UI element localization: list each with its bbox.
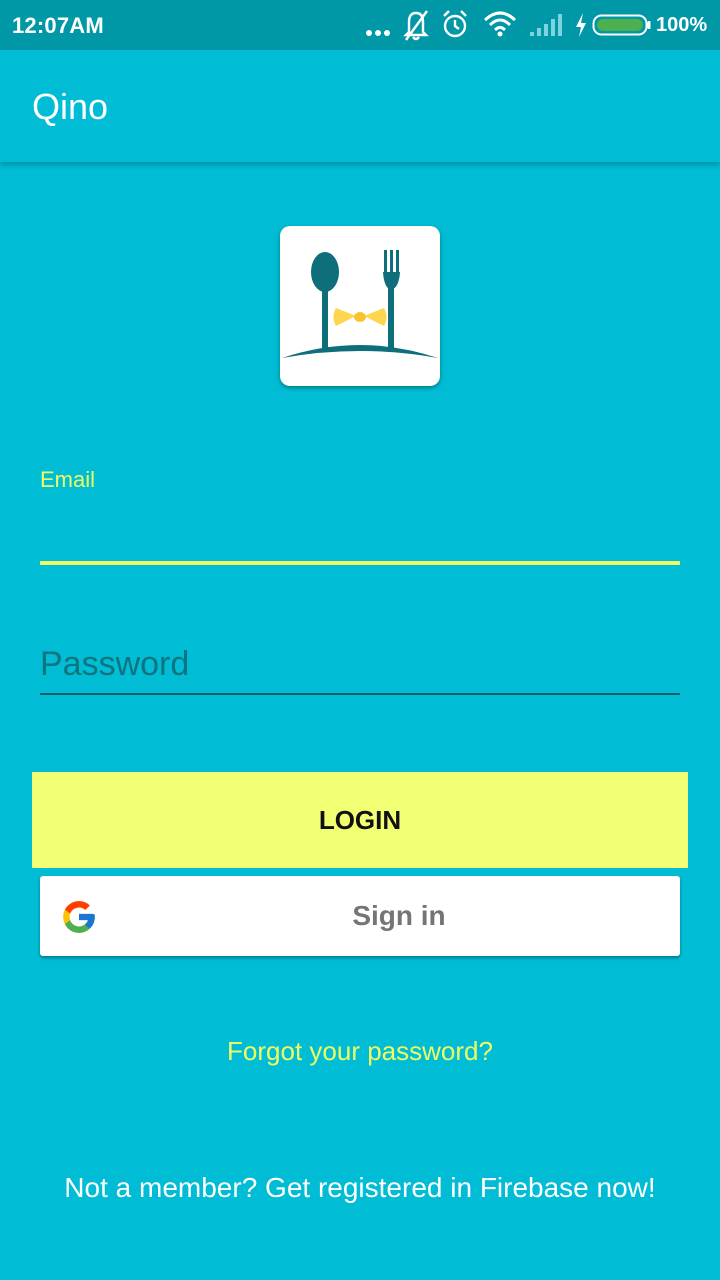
more-dots-icon [364,0,392,50]
alarm-icon [440,0,470,50]
app-title: Qino [32,86,109,127]
battery-percentage: 100% [656,14,708,36]
notifications-off-icon [402,0,430,50]
wifi-icon [482,0,518,50]
restaurant-logo-icon [280,226,440,386]
status-time: 12:07AM [12,13,104,38]
status-bar: 12:07AM 100% [0,0,720,50]
register-link[interactable]: Not a member? Get registered in Firebase… [0,1172,720,1204]
google-icon [63,901,95,933]
forgot-password-link[interactable]: Forgot your password? [0,1036,720,1067]
signal-icon [528,0,564,50]
login-button[interactable]: LOGIN [32,772,688,868]
google-sign-in-button[interactable]: Sign in [40,876,680,956]
password-field[interactable] [40,636,680,692]
battery-icon [592,0,652,50]
charging-icon [572,0,590,50]
app-bar: Qino [0,50,720,162]
password-underline [40,693,680,695]
email-underline [40,561,680,565]
google-sign-in-label: Sign in [352,900,446,931]
email-label: Email [40,467,96,492]
email-field[interactable] [40,500,680,560]
